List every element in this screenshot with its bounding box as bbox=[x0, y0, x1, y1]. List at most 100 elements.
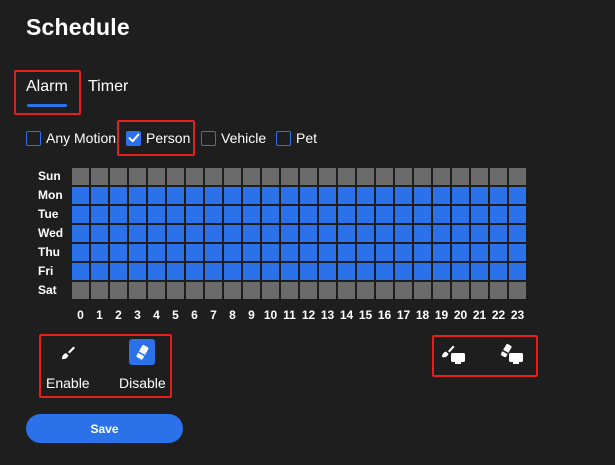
tab-timer[interactable]: Timer bbox=[88, 78, 128, 96]
schedule-cell-mon-22[interactable] bbox=[490, 187, 507, 204]
schedule-cell-tue-21[interactable] bbox=[471, 206, 488, 223]
schedule-cell-wed-12[interactable] bbox=[300, 225, 317, 242]
schedule-cell-tue-20[interactable] bbox=[452, 206, 469, 223]
schedule-cell-sat-12[interactable] bbox=[300, 282, 317, 299]
schedule-cell-thu-0[interactable] bbox=[72, 244, 89, 261]
schedule-cell-sun-8[interactable] bbox=[224, 168, 241, 185]
save-button[interactable]: Save bbox=[26, 414, 183, 443]
schedule-cell-wed-1[interactable] bbox=[91, 225, 108, 242]
schedule-cell-sun-1[interactable] bbox=[91, 168, 108, 185]
schedule-cell-thu-4[interactable] bbox=[148, 244, 165, 261]
schedule-cell-sat-22[interactable] bbox=[490, 282, 507, 299]
schedule-cell-wed-2[interactable] bbox=[110, 225, 127, 242]
schedule-cell-thu-12[interactable] bbox=[300, 244, 317, 261]
schedule-cell-sun-14[interactable] bbox=[338, 168, 355, 185]
schedule-cell-wed-18[interactable] bbox=[414, 225, 431, 242]
schedule-cell-sun-13[interactable] bbox=[319, 168, 336, 185]
schedule-cell-sat-16[interactable] bbox=[376, 282, 393, 299]
schedule-cell-fri-4[interactable] bbox=[148, 263, 165, 280]
schedule-cell-sat-18[interactable] bbox=[414, 282, 431, 299]
schedule-cell-mon-14[interactable] bbox=[338, 187, 355, 204]
schedule-cell-sat-15[interactable] bbox=[357, 282, 374, 299]
schedule-cell-tue-10[interactable] bbox=[262, 206, 279, 223]
schedule-cell-wed-6[interactable] bbox=[186, 225, 203, 242]
schedule-cell-thu-5[interactable] bbox=[167, 244, 184, 261]
schedule-cell-sat-5[interactable] bbox=[167, 282, 184, 299]
schedule-cell-sat-20[interactable] bbox=[452, 282, 469, 299]
schedule-cell-tue-6[interactable] bbox=[186, 206, 203, 223]
schedule-cell-fri-5[interactable] bbox=[167, 263, 184, 280]
schedule-cell-tue-16[interactable] bbox=[376, 206, 393, 223]
schedule-cell-fri-8[interactable] bbox=[224, 263, 241, 280]
schedule-cell-sat-6[interactable] bbox=[186, 282, 203, 299]
schedule-cell-fri-6[interactable] bbox=[186, 263, 203, 280]
schedule-cell-sat-0[interactable] bbox=[72, 282, 89, 299]
schedule-cell-tue-11[interactable] bbox=[281, 206, 298, 223]
schedule-cell-sat-19[interactable] bbox=[433, 282, 450, 299]
schedule-cell-sat-11[interactable] bbox=[281, 282, 298, 299]
schedule-cell-sun-3[interactable] bbox=[129, 168, 146, 185]
schedule-cell-thu-16[interactable] bbox=[376, 244, 393, 261]
schedule-cell-mon-8[interactable] bbox=[224, 187, 241, 204]
schedule-cell-wed-16[interactable] bbox=[376, 225, 393, 242]
schedule-cell-sat-14[interactable] bbox=[338, 282, 355, 299]
schedule-cell-mon-17[interactable] bbox=[395, 187, 412, 204]
schedule-cell-mon-3[interactable] bbox=[129, 187, 146, 204]
schedule-cell-thu-13[interactable] bbox=[319, 244, 336, 261]
schedule-cell-mon-12[interactable] bbox=[300, 187, 317, 204]
schedule-cell-mon-15[interactable] bbox=[357, 187, 374, 204]
schedule-cell-tue-3[interactable] bbox=[129, 206, 146, 223]
schedule-cell-mon-0[interactable] bbox=[72, 187, 89, 204]
schedule-cell-sat-17[interactable] bbox=[395, 282, 412, 299]
schedule-cell-fri-19[interactable] bbox=[433, 263, 450, 280]
schedule-cell-mon-19[interactable] bbox=[433, 187, 450, 204]
schedule-cell-sat-1[interactable] bbox=[91, 282, 108, 299]
schedule-cell-fri-11[interactable] bbox=[281, 263, 298, 280]
filter-vehicle[interactable]: Vehicle bbox=[201, 129, 266, 147]
schedule-cell-wed-23[interactable] bbox=[509, 225, 526, 242]
schedule-cell-tue-15[interactable] bbox=[357, 206, 374, 223]
schedule-cell-fri-3[interactable] bbox=[129, 263, 146, 280]
schedule-cell-fri-2[interactable] bbox=[110, 263, 127, 280]
schedule-cell-sun-12[interactable] bbox=[300, 168, 317, 185]
schedule-cell-fri-7[interactable] bbox=[205, 263, 222, 280]
schedule-cell-thu-3[interactable] bbox=[129, 244, 146, 261]
schedule-cell-thu-19[interactable] bbox=[433, 244, 450, 261]
checkbox-any-motion[interactable] bbox=[26, 130, 41, 146]
schedule-cell-sun-18[interactable] bbox=[414, 168, 431, 185]
schedule-cell-tue-7[interactable] bbox=[205, 206, 222, 223]
schedule-cell-thu-8[interactable] bbox=[224, 244, 241, 261]
schedule-cell-tue-18[interactable] bbox=[414, 206, 431, 223]
schedule-cell-tue-0[interactable] bbox=[72, 206, 89, 223]
schedule-cell-wed-11[interactable] bbox=[281, 225, 298, 242]
schedule-cell-tue-12[interactable] bbox=[300, 206, 317, 223]
schedule-cell-tue-5[interactable] bbox=[167, 206, 184, 223]
schedule-cell-sun-23[interactable] bbox=[509, 168, 526, 185]
schedule-cell-wed-19[interactable] bbox=[433, 225, 450, 242]
schedule-cell-wed-7[interactable] bbox=[205, 225, 222, 242]
schedule-cell-mon-10[interactable] bbox=[262, 187, 279, 204]
schedule-cell-thu-23[interactable] bbox=[509, 244, 526, 261]
schedule-cell-mon-20[interactable] bbox=[452, 187, 469, 204]
schedule-cell-mon-11[interactable] bbox=[281, 187, 298, 204]
schedule-cell-fri-12[interactable] bbox=[300, 263, 317, 280]
schedule-cell-wed-4[interactable] bbox=[148, 225, 165, 242]
schedule-cell-sat-4[interactable] bbox=[148, 282, 165, 299]
schedule-cell-mon-9[interactable] bbox=[243, 187, 260, 204]
schedule-cell-tue-19[interactable] bbox=[433, 206, 450, 223]
schedule-cell-tue-2[interactable] bbox=[110, 206, 127, 223]
schedule-cell-thu-6[interactable] bbox=[186, 244, 203, 261]
schedule-cell-wed-13[interactable] bbox=[319, 225, 336, 242]
schedule-cell-fri-15[interactable] bbox=[357, 263, 374, 280]
schedule-cell-mon-16[interactable] bbox=[376, 187, 393, 204]
schedule-cell-thu-21[interactable] bbox=[471, 244, 488, 261]
schedule-cell-sun-22[interactable] bbox=[490, 168, 507, 185]
schedule-cell-sat-3[interactable] bbox=[129, 282, 146, 299]
schedule-cell-fri-13[interactable] bbox=[319, 263, 336, 280]
schedule-cell-fri-9[interactable] bbox=[243, 263, 260, 280]
schedule-cell-sun-4[interactable] bbox=[148, 168, 165, 185]
schedule-cell-fri-22[interactable] bbox=[490, 263, 507, 280]
schedule-cell-tue-14[interactable] bbox=[338, 206, 355, 223]
schedule-cell-thu-22[interactable] bbox=[490, 244, 507, 261]
schedule-cell-sun-9[interactable] bbox=[243, 168, 260, 185]
